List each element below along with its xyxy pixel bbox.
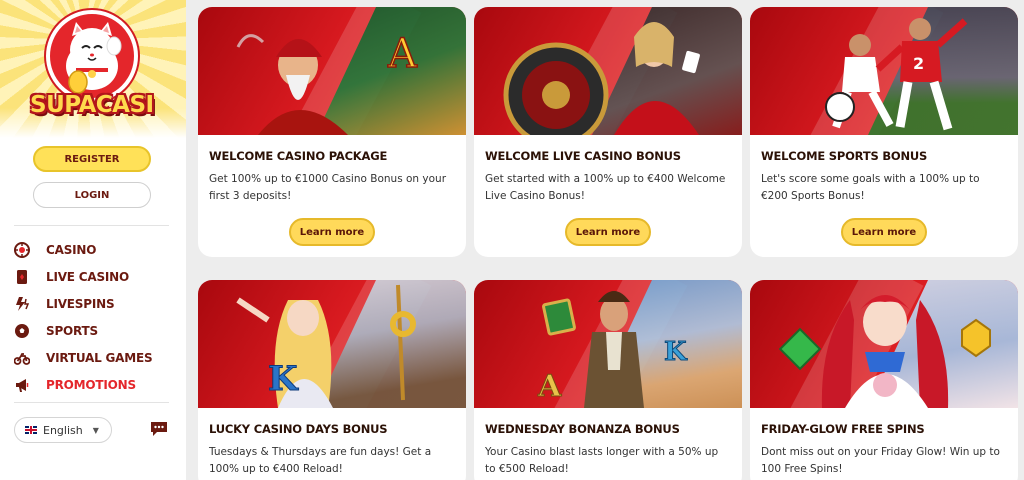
svg-text:2: 2: [913, 54, 924, 73]
promo-card: K LUCKY CASINO DAYS BONUS Tuesdays & Thu…: [198, 280, 466, 480]
sidebar-divider: [14, 225, 169, 226]
lightning-icon: [14, 295, 36, 313]
promo-card: A K WEDNESDAY BONANZA BONUS Your Casino …: [474, 280, 742, 480]
chip-icon: [14, 241, 36, 259]
promo-title: WELCOME LIVE CASINO BONUS: [485, 149, 681, 163]
nav-label: VIRTUAL GAMES: [46, 350, 153, 365]
promo-description: Your Casino blast lasts longer with a 50…: [485, 446, 719, 475]
lucky-cat-icon: [46, 10, 138, 102]
promo-description: Get 100% up to €1000 Casino Bonus on you…: [209, 173, 447, 202]
promo-title: WEDNESDAY BONANZA BONUS: [485, 422, 680, 436]
promo-title: FRIDAY-GLOW FREE SPINS: [761, 422, 925, 436]
promo-image: K: [198, 280, 466, 408]
megaphone-icon: [14, 376, 36, 394]
promo-card: FRIDAY-GLOW FREE SPINS Dont miss out on …: [750, 280, 1018, 480]
learn-more-button[interactable]: Learn more: [289, 218, 375, 246]
chat-icon[interactable]: [150, 421, 168, 437]
nav-label: CASINO: [46, 242, 97, 257]
nav-item-sports[interactable]: SPORTS: [14, 317, 174, 344]
brand-logo-text: SUPACASI: [30, 92, 154, 118]
nav-item-promotions[interactable]: PROMOTIONS: [14, 371, 174, 398]
language-label: English: [43, 423, 83, 437]
learn-more-button[interactable]: Learn more: [841, 218, 927, 246]
motorbike-icon: [14, 349, 36, 367]
promo-description: Tuesdays & Thursdays are fun days! Get a…: [209, 446, 432, 475]
logo[interactable]: SUPACASI: [0, 0, 186, 138]
nav-item-live-casino[interactable]: LIVE CASINO: [14, 263, 174, 290]
promo-image: 2: [750, 7, 1018, 135]
svg-text:K: K: [268, 359, 299, 399]
soccer-ball-icon: [14, 322, 36, 340]
svg-text:K: K: [664, 337, 688, 367]
promo-card: A WELCOME CASINO PACKAGE Get 100% up to …: [198, 7, 466, 257]
promo-image: A: [198, 7, 466, 135]
login-button[interactable]: LOGIN: [33, 182, 151, 208]
register-button[interactable]: REGISTER: [33, 146, 151, 172]
promo-card: 2 WELCOME SPORTS BONUS Let's score some …: [750, 7, 1018, 257]
promo-image: A K: [474, 280, 742, 408]
promo-card: WELCOME LIVE CASINO BONUS Get started wi…: [474, 7, 742, 257]
promo-description: Dont miss out on your Friday Glow! Win u…: [761, 446, 1000, 475]
main-nav: CASINO LIVE CASINO LIVESPINS SPORTS VIRT…: [14, 236, 174, 398]
promo-title: LUCKY CASINO DAYS BONUS: [209, 422, 388, 436]
promo-image: [750, 280, 1018, 408]
nav-label: LIVESPINS: [46, 296, 115, 311]
chevron-down-icon: ▼: [92, 425, 99, 435]
promo-image: [474, 7, 742, 135]
learn-more-button[interactable]: Learn more: [565, 218, 651, 246]
uk-flag-icon: [25, 426, 37, 434]
language-selector[interactable]: English ▼: [14, 417, 112, 443]
promo-title: WELCOME SPORTS BONUS: [761, 149, 928, 163]
svg-text:A: A: [387, 31, 418, 77]
promo-description: Get started with a 100% up to €400 Welco…: [485, 173, 726, 202]
svg-text:A: A: [537, 369, 562, 404]
promo-title: WELCOME CASINO PACKAGE: [209, 149, 388, 163]
promo-description: Let's score some goals with a 100% up to…: [761, 173, 980, 202]
nav-item-virtual-games[interactable]: VIRTUAL GAMES: [14, 344, 174, 371]
nav-item-casino[interactable]: CASINO: [14, 236, 174, 263]
card-icon: [14, 268, 36, 286]
sidebar: SUPACASI REGISTER LOGIN CASINO LIVE CASI…: [0, 0, 186, 480]
nav-label: LIVE CASINO: [46, 269, 130, 284]
nav-item-livespins[interactable]: LIVESPINS: [14, 290, 174, 317]
nav-label: SPORTS: [46, 323, 98, 338]
sidebar-divider: [14, 402, 169, 403]
nav-label: PROMOTIONS: [46, 377, 136, 392]
